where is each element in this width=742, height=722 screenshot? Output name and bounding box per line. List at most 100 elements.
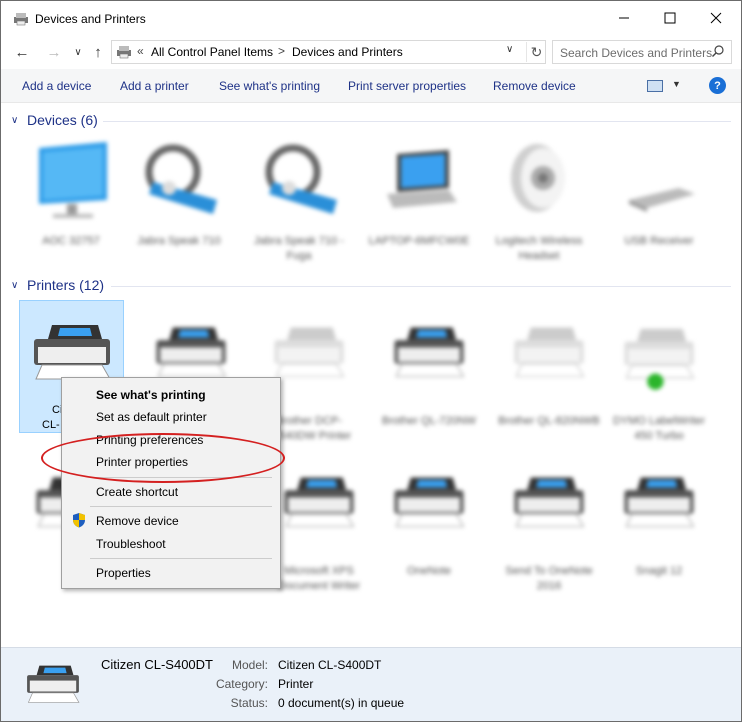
window-title: Devices and Printers <box>35 12 146 26</box>
close-icon <box>710 12 722 24</box>
annotation-ellipse <box>41 433 285 483</box>
menu-item-set-default-printer[interactable]: Set as default printer <box>96 410 207 424</box>
menu-separator <box>90 506 272 507</box>
device-label: AOC 32757 <box>42 235 100 247</box>
group-divider <box>111 286 731 287</box>
change-view-button[interactable]: ▼ <box>647 79 685 93</box>
breadcrumb-all-control-panel-items[interactable]: All Control Panel Items <box>151 45 273 59</box>
printer-icon <box>624 477 695 527</box>
search-input[interactable]: Search Devices and Printers <box>560 46 712 60</box>
device-label: LAPTOP-6MFCW0E <box>368 235 470 247</box>
details-category-value: Printer <box>278 677 314 691</box>
group-divider <box>103 121 731 122</box>
printer-label: Send To OneNote 2016 <box>505 565 593 592</box>
printer-icon <box>274 327 345 377</box>
printer-label: Snagit 12 <box>635 565 683 577</box>
details-model-value: Citizen CL-S400DT <box>278 658 382 672</box>
minimize-icon <box>619 17 629 19</box>
control-panel-icon <box>117 46 131 59</box>
device-label: Logitech Wireless Headset <box>495 235 583 262</box>
printers-group-header[interactable]: ∨ Printers (12) <box>11 277 731 297</box>
printer-icon <box>514 327 585 377</box>
usb-icon <box>629 188 695 212</box>
forward-button[interactable]: → <box>43 41 65 63</box>
speakerphone-icon <box>265 144 337 214</box>
details-pane: Citizen CL-S400DT Model: Citizen CL-S400… <box>1 647 741 721</box>
chevron-down-icon: ∨ <box>11 280 19 291</box>
refresh-button[interactable]: ↻ <box>526 42 546 62</box>
see-whats-printing-button[interactable]: See what's printing <box>219 79 320 93</box>
search-box[interactable]: Search Devices and Printers <box>552 40 732 64</box>
minimize-button[interactable] <box>601 1 647 35</box>
details-model-label: Model: <box>231 658 268 672</box>
remove-device-button[interactable]: Remove device <box>493 79 576 93</box>
context-menu: See what's printing Set as default print… <box>61 377 281 589</box>
title-bar[interactable]: Devices and Printers <box>1 1 741 37</box>
menu-item-create-shortcut[interactable]: Create shortcut <box>96 485 178 499</box>
add-device-button[interactable]: Add a device <box>22 79 91 93</box>
command-bar: Add a device Add a printer See what's pr… <box>1 69 741 103</box>
uac-shield-icon <box>73 513 85 528</box>
chevron-down-icon: ∨ <box>11 115 19 126</box>
search-icon <box>712 45 724 57</box>
printer-icon <box>514 477 585 527</box>
device-label: Jabra Speak 710 <box>137 235 221 247</box>
printer-icon <box>624 328 695 390</box>
devices-and-printers-icon <box>14 13 28 26</box>
address-history-dropdown[interactable]: ∨ <box>506 44 513 55</box>
address-bar[interactable]: « All Control Panel Items > Devices and … <box>111 40 546 64</box>
devices-and-printers-window: Devices and Printers ← → ∨ ↑ « All Contr… <box>0 0 742 722</box>
recent-locations-button[interactable]: ∨ <box>67 41 89 63</box>
up-button[interactable]: ↑ <box>87 41 109 63</box>
breadcrumb-separator[interactable]: > <box>278 44 285 58</box>
breadcrumb-overflow[interactable]: « <box>137 44 144 58</box>
view-icon <box>647 80 663 92</box>
speakerphone-icon <box>145 144 217 214</box>
printer-icon <box>156 327 227 377</box>
printer-icon <box>27 665 80 703</box>
printer-label-fragment: CL- <box>42 419 60 431</box>
menu-item-remove-device[interactable]: Remove device <box>96 514 179 528</box>
device-label: USB Receiver <box>624 235 694 247</box>
arrow-up-icon: ↑ <box>94 43 102 61</box>
printer-label: DYMO LabelWriter 450 Turbo <box>612 415 706 442</box>
monitor-icon <box>39 142 107 218</box>
add-printer-button[interactable]: Add a printer <box>120 79 189 93</box>
back-button[interactable]: ← <box>11 41 33 63</box>
help-button[interactable]: ? <box>709 77 726 94</box>
printers-group-title: Printers (12) <box>27 277 105 293</box>
printer-icon <box>284 477 355 527</box>
refresh-icon: ↻ <box>530 43 543 60</box>
details-category-label: Category: <box>215 677 268 691</box>
printer-icon <box>394 477 465 527</box>
arrow-right-icon: → <box>46 43 62 61</box>
details-status-label: Status: <box>230 696 268 710</box>
menu-item-properties[interactable]: Properties <box>96 566 151 580</box>
menu-item-troubleshoot[interactable]: Troubleshoot <box>96 537 166 551</box>
breadcrumb-devices-and-printers[interactable]: Devices and Printers <box>292 45 403 59</box>
laptop-icon <box>387 150 457 208</box>
printer-label: Brother QL-720NW <box>381 415 477 427</box>
device-label: Jabra Speak 710 - Fuga <box>254 235 344 262</box>
devices-group-title: Devices (6) <box>27 112 98 128</box>
caret-down-icon: ▼ <box>672 79 681 89</box>
help-icon: ? <box>714 79 721 92</box>
printer-icon <box>394 327 465 377</box>
maximize-button[interactable] <box>647 1 693 35</box>
details-device-name: Citizen CL-S400DT <box>101 657 213 672</box>
printer-label: Brother QL-820NWB <box>498 415 600 427</box>
devices-group-header[interactable]: ∨ Devices (6) <box>11 112 731 132</box>
arrow-left-icon: ← <box>14 43 30 61</box>
print-server-properties-button[interactable]: Print server properties <box>348 79 466 93</box>
details-status-value: 0 document(s) in queue <box>278 696 405 710</box>
printer-label: OneNote <box>406 565 452 577</box>
chevron-down-icon: ∨ <box>74 46 82 58</box>
maximize-icon <box>664 12 676 24</box>
printer-icon <box>34 325 111 380</box>
navigation-bar: ← → ∨ ↑ « All Control Panel Items > Devi… <box>1 37 741 67</box>
menu-separator <box>90 558 272 559</box>
chevron-down-icon: ∨ <box>506 44 514 55</box>
close-button[interactable] <box>693 1 739 35</box>
menu-item-see-whats-printing[interactable]: See what's printing <box>96 388 206 402</box>
speaker-icon <box>511 144 565 212</box>
